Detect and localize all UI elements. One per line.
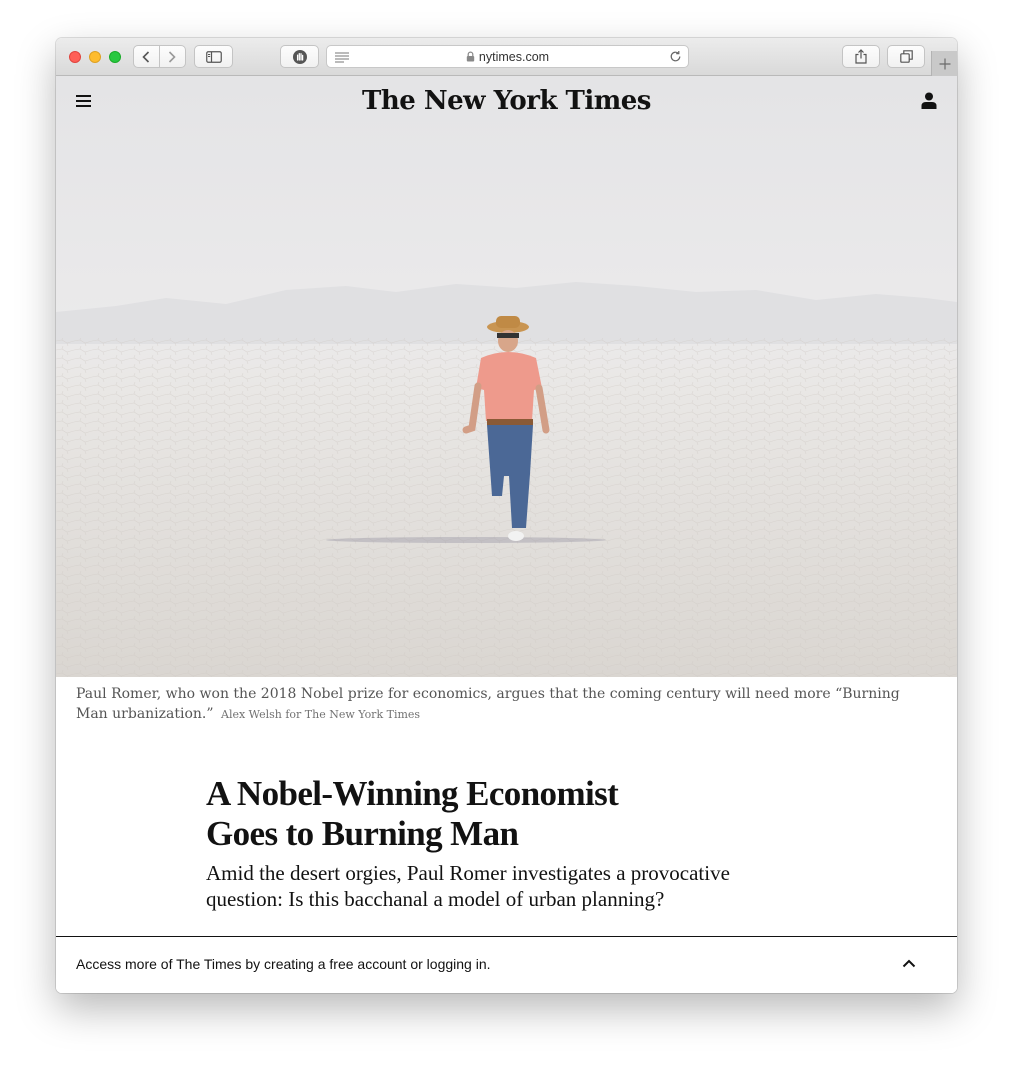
account-prompt-banner[interactable]: Access more of The Times by creating a f… [56, 936, 957, 993]
browser-window: nytimes.com The New York Times Paul Rome… [56, 38, 957, 993]
back-button[interactable] [133, 45, 160, 68]
sidebar-button[interactable] [194, 45, 233, 68]
headline-line-1: A Nobel-Winning Economist [206, 774, 619, 813]
photo-caption: Paul Romer, who won the 2018 Nobel prize… [76, 684, 906, 725]
article-summary: Amid the desert orgies, Paul Romer inves… [206, 861, 730, 911]
share-icon [855, 49, 867, 64]
photo-credit: Alex Welsh for The New York Times [221, 708, 421, 721]
zoom-window-button[interactable] [109, 51, 121, 63]
navigation-buttons [133, 45, 186, 68]
privacy-extension-button[interactable] [280, 45, 319, 68]
reader-view-icon[interactable] [335, 52, 349, 63]
web-page: The New York Times Paul Romer, who won t… [56, 76, 957, 993]
sidebar-icon [205, 50, 222, 63]
forward-button[interactable] [159, 45, 186, 68]
hero-photo: The New York Times [56, 76, 957, 677]
shield-icon [292, 49, 307, 64]
lock-icon [466, 51, 475, 62]
close-window-button[interactable] [69, 51, 81, 63]
article-headline: A Nobel-Winning Economist Goes to Burnin… [206, 774, 766, 854]
account-icon[interactable] [921, 92, 937, 109]
chevron-left-icon [142, 50, 150, 63]
share-button[interactable] [842, 45, 880, 68]
tabs-overview-button[interactable] [887, 45, 925, 68]
browser-toolbar: nytimes.com [56, 38, 957, 76]
reload-icon[interactable] [669, 50, 682, 63]
caption-text: Paul Romer, who won the 2018 Nobel prize… [76, 686, 900, 722]
tabs-icon [899, 50, 913, 63]
headline-line-2: Goes to Burning Man [206, 814, 519, 853]
new-tab-button[interactable] [931, 51, 957, 76]
chevron-right-icon [169, 50, 176, 63]
masthead: The New York Times [56, 76, 957, 126]
hero-image [56, 76, 957, 677]
address-bar[interactable]: nytimes.com [326, 45, 689, 68]
url-text: nytimes.com [478, 49, 550, 64]
minimize-window-button[interactable] [89, 51, 101, 63]
nyt-logo[interactable]: The New York Times [56, 86, 957, 116]
chevron-up-icon[interactable] [902, 959, 916, 968]
plus-icon [939, 58, 950, 69]
banner-text: Access more of The Times by creating a f… [76, 956, 491, 972]
